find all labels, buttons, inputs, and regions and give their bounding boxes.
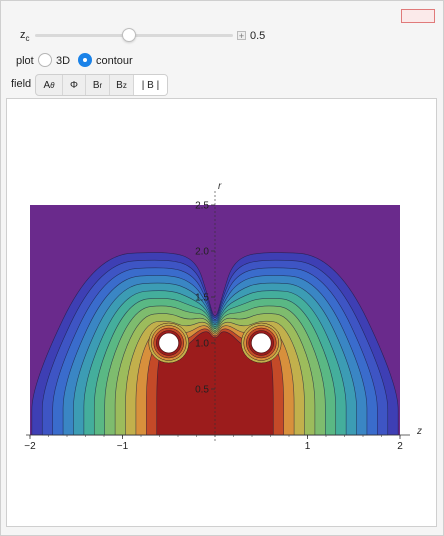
field-a-label: A (43, 79, 51, 91)
radio-3d[interactable] (38, 53, 52, 67)
field-bz-sub: z (122, 80, 127, 90)
y-axis-label: r (218, 181, 222, 192)
x-tick-label-1: −1 (117, 441, 129, 452)
radio-contour[interactable] (78, 53, 92, 67)
field-segmented-control: Aθ Φ Br Bz | B | (35, 74, 168, 96)
zc-label-sub: c (25, 34, 30, 44)
contour-plot: −2 −1 1 2 0.5 1.0 1.5 2.0 2.5 z r (24, 181, 422, 452)
plot-panel: −2 −1 1 2 0.5 1.0 1.5 2.0 2.5 z r (6, 98, 437, 527)
zc-expand-button[interactable]: + (237, 31, 246, 41)
x-tick-label-0: −2 (24, 441, 36, 452)
field-bz-label: B (116, 79, 123, 91)
zc-label: zc (20, 29, 30, 43)
field-a-theta-button[interactable]: Aθ (36, 75, 63, 95)
loop-hole-1 (250, 332, 272, 354)
field-phi-label: Φ (70, 79, 78, 91)
radio-3d-label: 3D (56, 55, 71, 67)
y-tick-label-1: 1.0 (195, 339, 209, 350)
y-tick-label-2: 1.5 (195, 293, 209, 304)
x-tick-label-3: 2 (397, 441, 403, 452)
field-bz-button[interactable]: Bz (110, 75, 134, 95)
field-br-button[interactable]: Br (86, 75, 110, 95)
reset-button[interactable] (401, 9, 435, 23)
plot-label: plot (16, 55, 34, 67)
loop-hole-0 (158, 332, 180, 354)
field-a-sub: θ (50, 80, 55, 90)
zc-value: 0.5 (250, 30, 266, 42)
y-tick-label-0: 0.5 (195, 385, 209, 396)
x-axis-label: z (416, 426, 422, 437)
field-bmag-label: | B | (141, 79, 160, 91)
x-tick-label-2: 1 (305, 441, 311, 452)
field-br-sub: r (99, 80, 103, 90)
zc-slider-thumb[interactable] (122, 28, 137, 42)
field-label: field (11, 78, 32, 90)
field-phi-button[interactable]: Φ (63, 75, 86, 95)
y-tick-label-3: 2.0 (195, 247, 209, 258)
field-bmag-button[interactable]: | B | (134, 75, 167, 95)
radio-contour-label: contour (96, 55, 133, 67)
field-br-label: B (92, 79, 100, 91)
y-tick-label-4: 2.5 (195, 201, 209, 212)
